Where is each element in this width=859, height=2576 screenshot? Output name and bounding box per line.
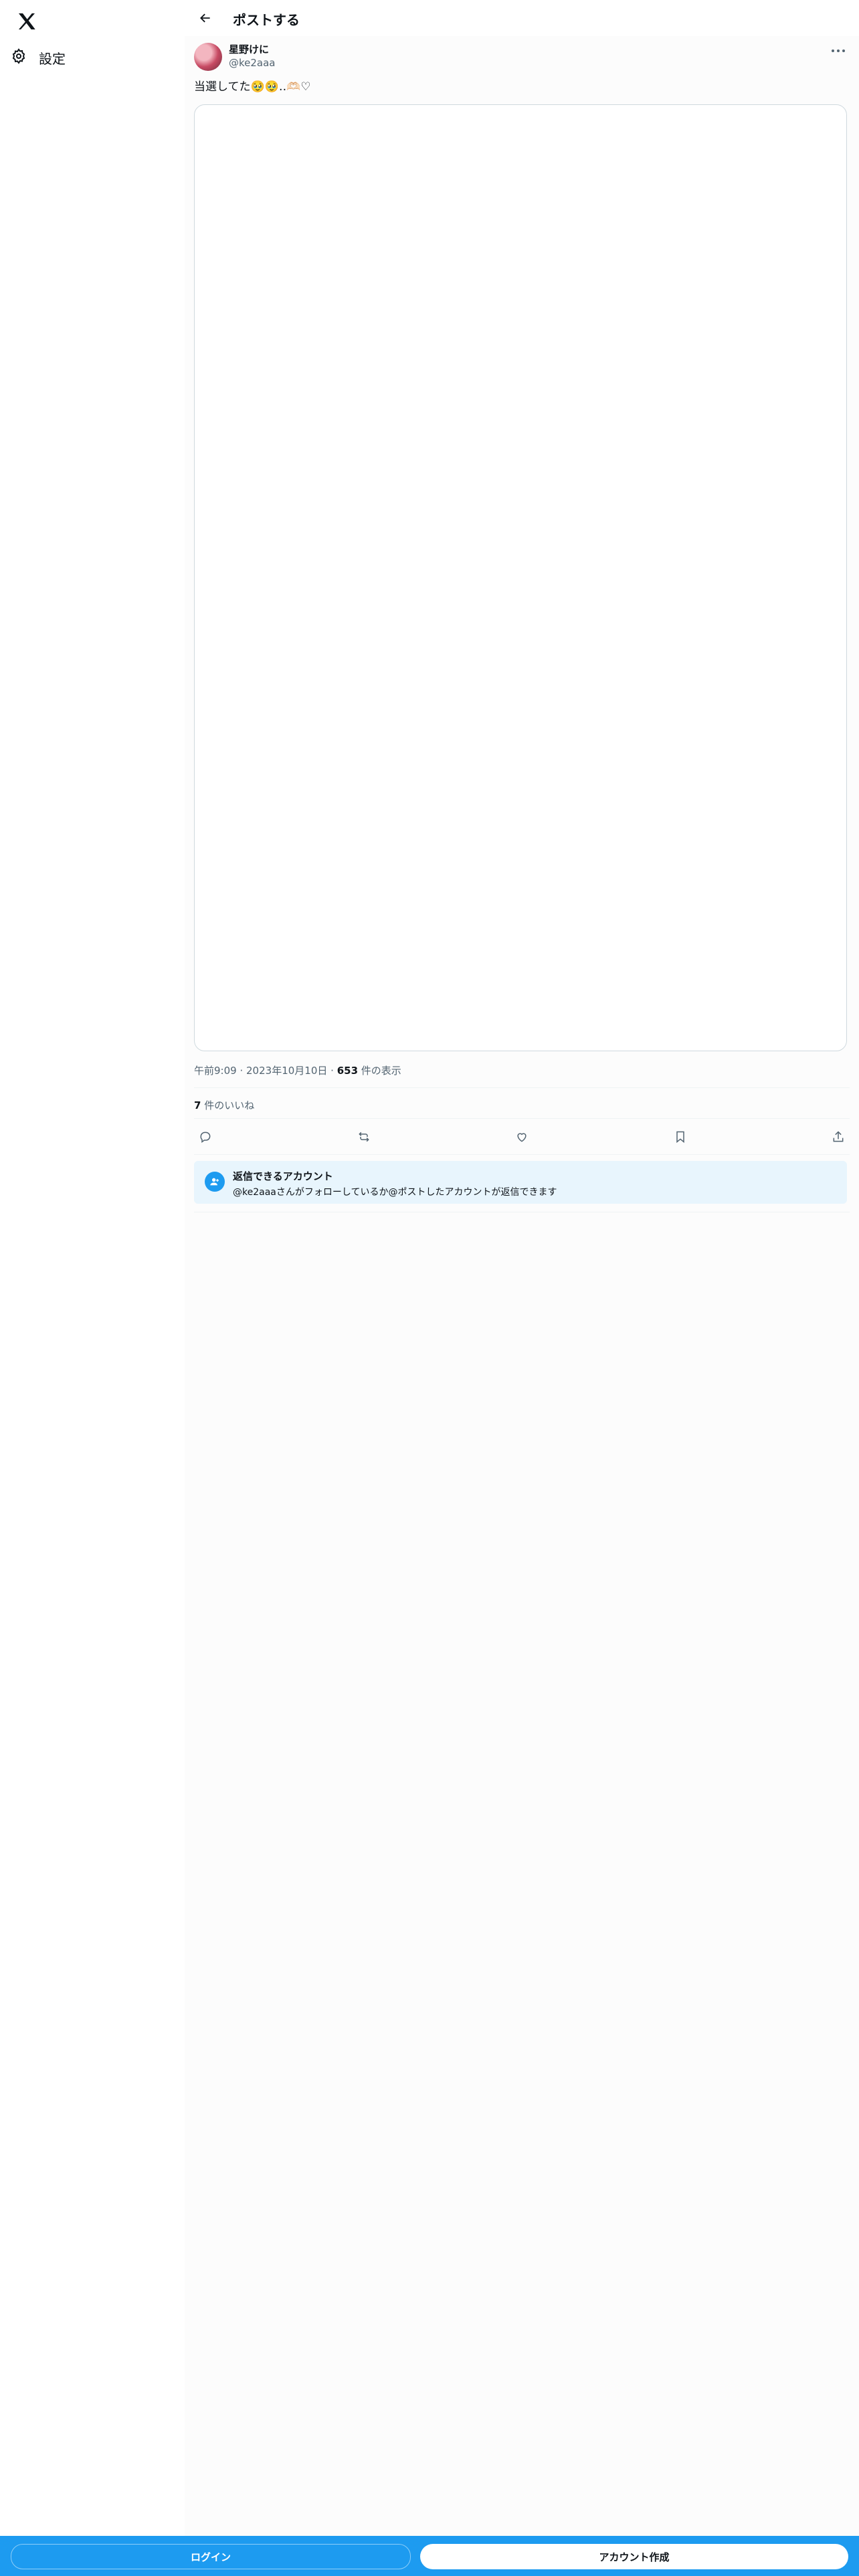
x-logo-icon[interactable] xyxy=(12,7,41,36)
main-column: ポストする 星野けに @ke2aaa 当選してた🥹🥹‥🫶🏻♡ 午前9:09 · … xyxy=(185,0,859,2576)
settings-label: 設定 xyxy=(39,50,66,67)
reply-notice-title: 返信できるアカウント xyxy=(233,1170,333,1182)
post-date[interactable]: 2023年10月10日 xyxy=(246,1065,327,1077)
bookmark-icon xyxy=(676,1131,684,1144)
likes-count: 7 xyxy=(194,1099,201,1111)
gear-icon xyxy=(11,48,27,67)
divider xyxy=(194,1118,850,1119)
post-time[interactable]: 午前9:09 xyxy=(194,1065,237,1077)
author-handle[interactable]: @ke2aaa xyxy=(229,56,276,70)
post-meta: 午前9:09 · 2023年10月10日 · 653 件の表示 xyxy=(194,1063,401,1077)
more-options-button[interactable] xyxy=(827,43,850,59)
page-title: ポストする xyxy=(233,12,300,28)
share-button[interactable] xyxy=(827,1125,850,1148)
action-bar xyxy=(194,1123,850,1150)
meta-separator: · xyxy=(240,1065,247,1077)
author-name[interactable]: 星野けに xyxy=(229,43,276,56)
likes-link[interactable]: 7 件のいいね xyxy=(194,1098,254,1112)
likes-label: 件のいいね xyxy=(201,1099,255,1111)
arrow-left-icon xyxy=(200,13,210,23)
signup-bottom-bar: ログイン アカウント作成 xyxy=(0,2536,859,2576)
views-label: 件の表示 xyxy=(358,1065,401,1077)
like-icon xyxy=(517,1133,527,1142)
reply-button[interactable] xyxy=(194,1125,217,1148)
reply-restriction-notice: 返信できるアカウント @ke2aaaさんがフォローしているか@ポストしたアカウン… xyxy=(194,1161,847,1204)
left-navigation: 設定 xyxy=(0,0,185,2576)
post-media[interactable] xyxy=(194,104,847,1051)
settings-nav-item[interactable]: 設定 xyxy=(11,41,66,74)
repost-icon xyxy=(358,1132,369,1142)
author-block: 星野けに @ke2aaa xyxy=(229,43,276,70)
person-add-icon xyxy=(205,1172,225,1192)
post-text: 当選してた🥹🥹‥🫶🏻♡ xyxy=(194,80,311,94)
reply-icon xyxy=(200,1132,211,1143)
reply-notice-description: @ke2aaaさんがフォローしているか@ポストしたアカウントが返信できます xyxy=(233,1187,557,1198)
repost-button[interactable] xyxy=(353,1125,375,1148)
back-button[interactable] xyxy=(193,5,218,31)
bookmark-button[interactable] xyxy=(669,1125,692,1148)
views-count: 653 xyxy=(337,1065,359,1077)
page-header: ポストする xyxy=(185,0,859,36)
meta-separator: · xyxy=(330,1065,337,1077)
avatar[interactable] xyxy=(194,43,222,71)
like-button[interactable] xyxy=(510,1125,533,1148)
create-account-button[interactable]: アカウント作成 xyxy=(420,2544,848,2569)
more-horizontal-icon xyxy=(832,49,845,52)
login-button[interactable]: ログイン xyxy=(11,2544,411,2569)
share-icon xyxy=(833,1131,844,1142)
divider xyxy=(194,1087,850,1088)
divider xyxy=(194,1154,850,1155)
